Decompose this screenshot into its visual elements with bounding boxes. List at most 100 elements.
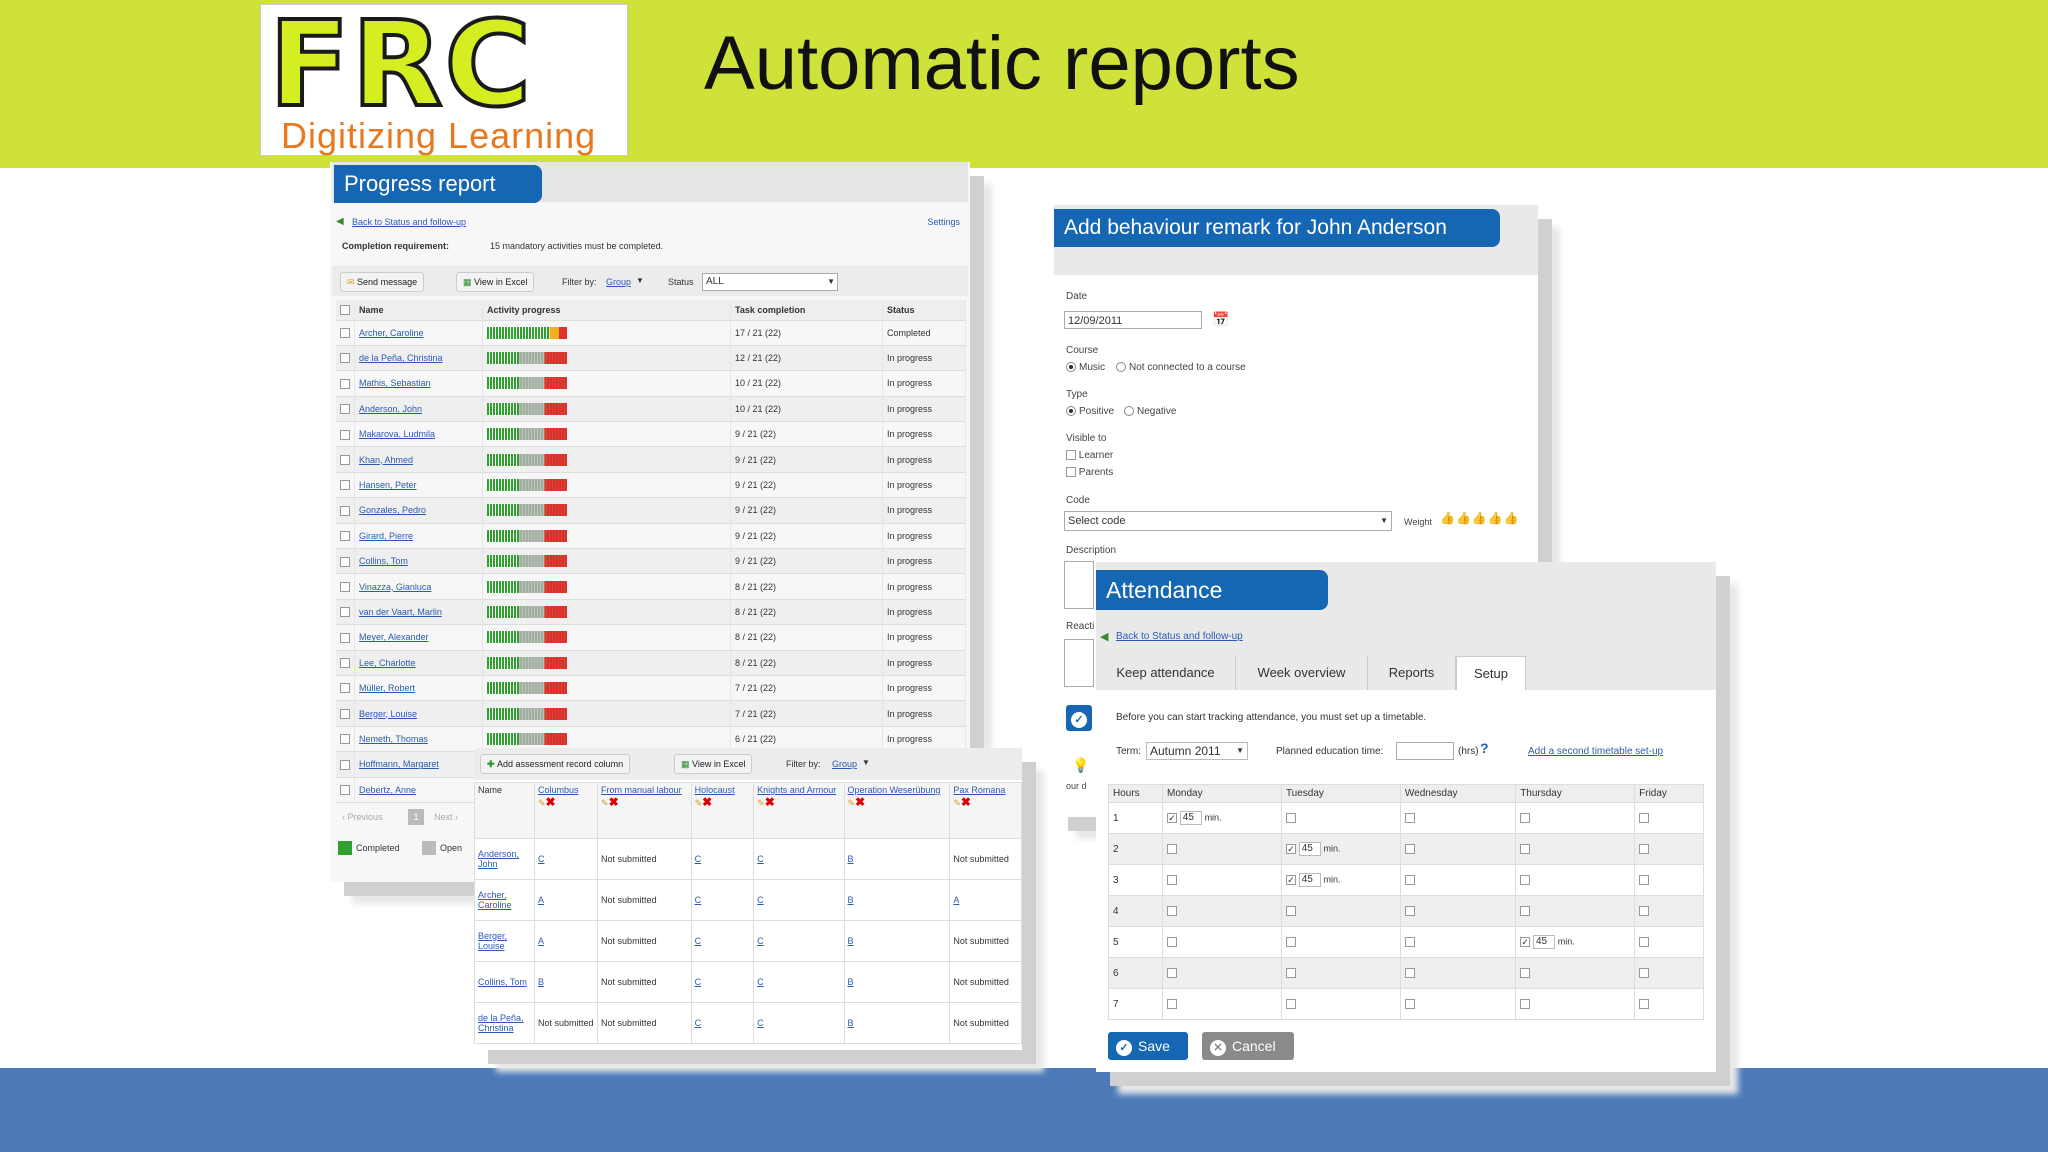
day-checkbox[interactable] [1520, 874, 1531, 885]
grade-link[interactable]: B [848, 977, 854, 987]
delete-icon[interactable]: ✖ [961, 795, 971, 809]
row-checkbox[interactable] [340, 759, 350, 770]
code-select[interactable]: Select code ▼ [1064, 511, 1392, 531]
edit-icon[interactable]: ✎ [953, 798, 961, 808]
edit-icon[interactable]: ✎ [848, 798, 856, 808]
minutes-input[interactable]: 45 [1179, 811, 1202, 825]
day-checkbox[interactable] [1404, 843, 1415, 854]
row-checkbox[interactable] [340, 480, 350, 491]
description-textarea[interactable] [1064, 561, 1094, 609]
minutes-input[interactable]: 45 [1298, 842, 1321, 856]
row-checkbox[interactable] [340, 658, 350, 669]
col-header-assessment[interactable]: Operation Weserübung ✎✖ [843, 782, 951, 839]
grade-link[interactable]: B [848, 895, 854, 905]
day-checkbox[interactable]: ✓ [1285, 844, 1296, 854]
day-checkbox[interactable] [1639, 905, 1650, 916]
day-checkbox[interactable] [1639, 812, 1650, 823]
day-checkbox[interactable] [1639, 936, 1650, 947]
reaction-textarea[interactable] [1064, 639, 1094, 687]
grade-link[interactable]: C [757, 1018, 764, 1028]
day-checkbox[interactable] [1520, 967, 1531, 978]
back-to-status-link[interactable]: Back to Status and follow-up [352, 217, 466, 227]
row-checkbox[interactable] [340, 785, 350, 796]
grade-link[interactable]: C [757, 895, 764, 905]
student-name-link[interactable]: Berger, Louise [359, 709, 417, 719]
col-header-assessment[interactable]: From manual labour ✎✖ [597, 782, 692, 839]
row-checkbox[interactable] [340, 328, 350, 338]
day-checkbox[interactable] [1167, 843, 1177, 854]
day-checkbox[interactable] [1285, 905, 1296, 916]
tab-week-overview[interactable]: Week overview [1236, 656, 1368, 690]
student-name-link[interactable]: Vinazza, Gianluca [359, 582, 431, 592]
edit-icon[interactable]: ✎ [538, 798, 546, 808]
student-name-link[interactable]: Anderson, John [359, 404, 422, 414]
add-second-timetable-link[interactable]: Add a second timetable set-up [1528, 746, 1663, 757]
save-button[interactable]: ✓ Save [1108, 1032, 1188, 1060]
grade-link[interactable]: C [757, 977, 764, 987]
edit-icon[interactable]: ✎ [757, 798, 765, 808]
day-checkbox[interactable] [1167, 874, 1177, 885]
student-name-link[interactable]: van der Vaart, Marlin [359, 607, 442, 617]
delete-icon[interactable]: ✖ [855, 795, 865, 809]
day-checkbox[interactable] [1520, 843, 1531, 854]
row-checkbox[interactable] [340, 531, 350, 542]
back-to-status-link[interactable]: Back to Status and follow-up [1116, 631, 1243, 642]
day-checkbox[interactable] [1167, 905, 1177, 916]
delete-icon[interactable]: ✖ [546, 795, 556, 809]
row-checkbox[interactable] [340, 683, 350, 694]
select-all-checkbox[interactable] [340, 305, 350, 316]
student-name-link[interactable]: Collins, Tom [359, 556, 408, 566]
row-checkbox[interactable] [340, 632, 350, 643]
visible-parents-checkbox[interactable] [1066, 467, 1076, 478]
minutes-input[interactable]: 45 [1298, 873, 1321, 887]
grade-link[interactable]: A [953, 895, 959, 905]
grade-link[interactable]: B [848, 1018, 854, 1028]
student-name-link[interactable]: Makarova, Ludmila [359, 429, 435, 439]
view-in-excel-button[interactable]: ▦ View in Excel [456, 272, 535, 292]
day-checkbox[interactable] [1404, 905, 1415, 916]
day-checkbox[interactable] [1167, 998, 1177, 1009]
col-header-assessment[interactable]: Pax Romana ✎✖ [949, 782, 1022, 839]
filter-group-dropdown[interactable]: Group [832, 759, 857, 769]
grade-link[interactable]: C [695, 1018, 702, 1028]
grade-link[interactable]: C [695, 895, 702, 905]
day-checkbox[interactable] [1285, 812, 1296, 823]
student-name-link[interactable]: Collins, Tom [478, 977, 527, 987]
course-none-radio[interactable] [1116, 362, 1126, 373]
day-checkbox[interactable] [1404, 874, 1415, 885]
day-checkbox[interactable] [1404, 998, 1415, 1009]
grade-link[interactable]: C [695, 936, 702, 946]
cancel-button[interactable]: ✕ Cancel [1202, 1032, 1294, 1060]
grade-link[interactable]: C [757, 854, 764, 864]
student-name-link[interactable]: Anderson, John [478, 849, 519, 869]
send-message-button[interactable]: ✉ Send message [340, 272, 425, 292]
row-checkbox[interactable] [340, 429, 350, 440]
grade-link[interactable]: C [695, 854, 702, 864]
day-checkbox[interactable] [1285, 936, 1296, 947]
delete-icon[interactable]: ✖ [765, 795, 775, 809]
tab-reports[interactable]: Reports [1368, 656, 1456, 690]
day-checkbox[interactable] [1520, 905, 1531, 916]
student-name-link[interactable]: Lee, Charlotte [359, 658, 416, 668]
grade-link[interactable]: C [757, 936, 764, 946]
day-checkbox[interactable] [1404, 936, 1415, 947]
calendar-icon[interactable]: 📅 [1212, 311, 1229, 328]
filter-group-dropdown[interactable]: Group [606, 277, 631, 287]
student-name-link[interactable]: Debertz, Anne [359, 785, 416, 795]
term-select[interactable]: Autumn 2011 ▼ [1146, 742, 1248, 760]
status-select[interactable]: ALL ▼ [702, 273, 838, 291]
day-checkbox[interactable] [1520, 812, 1531, 823]
planned-time-input[interactable] [1396, 742, 1454, 760]
grade-link[interactable]: B [848, 936, 854, 946]
grade-link[interactable]: B [848, 854, 854, 864]
visible-learner-checkbox[interactable] [1066, 450, 1076, 461]
row-checkbox[interactable] [340, 556, 350, 567]
student-name-link[interactable]: Gonzales, Pedro [359, 505, 426, 515]
row-checkbox[interactable] [340, 734, 350, 745]
col-header-assessment[interactable]: Holocaust ✎✖ [690, 782, 755, 839]
student-name-link[interactable]: Nemeth, Thomas [359, 734, 428, 744]
delete-icon[interactable]: ✖ [702, 795, 712, 809]
weight-thumbs-icon[interactable]: 👍👍👍👍👍 [1440, 511, 1520, 525]
day-checkbox[interactable] [1639, 843, 1650, 854]
col-header-assessment[interactable]: Columbus ✎✖ [533, 782, 599, 839]
